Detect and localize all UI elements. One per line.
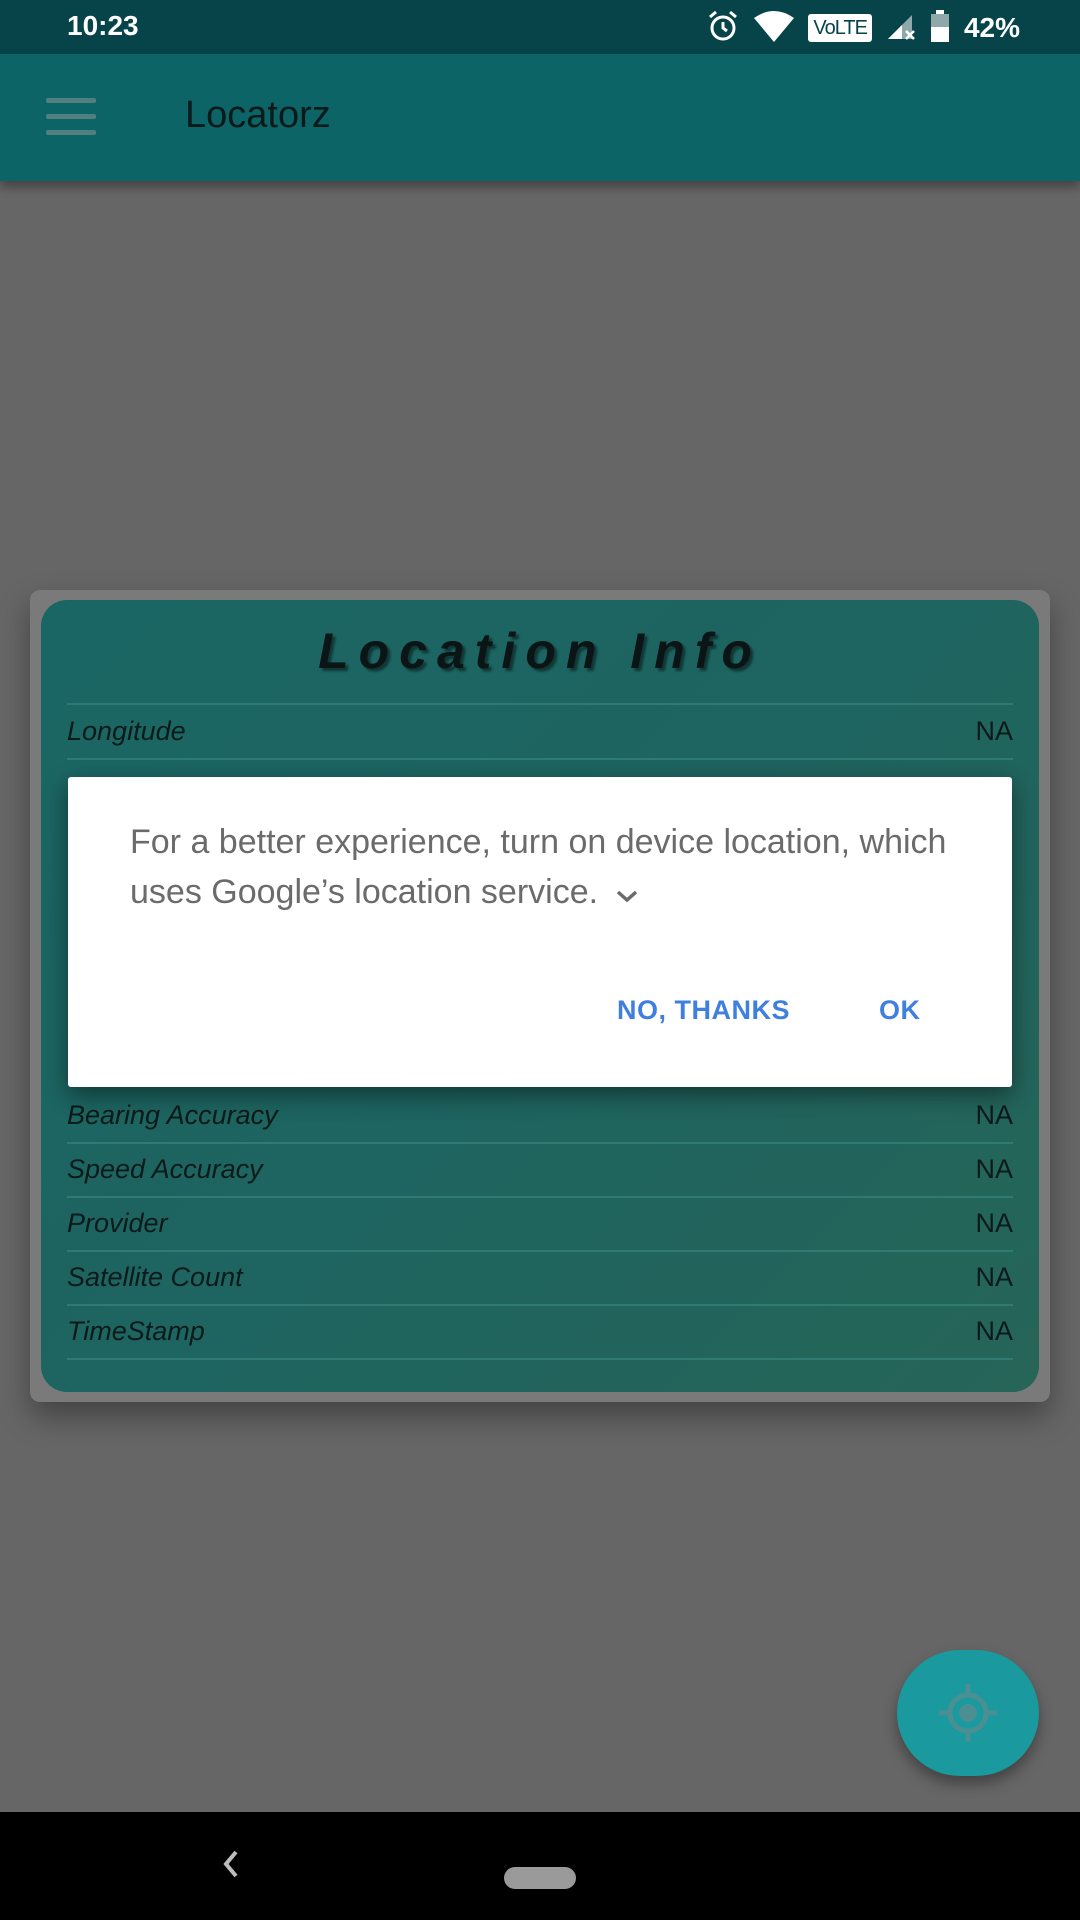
info-row-longitude: Longitude NA [67,706,1013,760]
back-button[interactable] [216,1844,246,1889]
alarm-icon [706,9,740,48]
menu-icon-bar [46,130,96,135]
cell-signal-icon [886,11,916,46]
info-label: Provider [67,1208,168,1238]
status-bar: 10:23 VoLTE 42% [0,0,1080,54]
navigation-bar [0,1812,1080,1920]
volte-badge: VoLTE [808,14,872,42]
wifi-icon [754,10,795,47]
info-value: NA [975,1100,1013,1130]
home-button[interactable] [504,1867,576,1889]
info-label: Longitude [67,716,186,746]
location-dialog: For a better experience, turn on device … [68,777,1012,1087]
info-row-provider: Provider NA [67,1198,1013,1252]
info-label: Satellite Count [67,1262,243,1292]
chevron-down-icon[interactable] [614,869,640,919]
back-icon [223,1850,238,1878]
menu-icon-bar [46,114,96,119]
my-location-button[interactable] [897,1650,1039,1776]
info-row-speed-accuracy: Speed Accuracy NA [67,1144,1013,1198]
app-bar: Locatorz [0,54,1080,181]
ok-button[interactable]: OK [879,995,921,1026]
status-icons: VoLTE 42% [706,8,1020,48]
info-value: NA [975,1154,1013,1184]
dialog-message-text: For a better experience, turn on device … [130,823,947,911]
info-value: NA [975,1208,1013,1238]
app-title: Locatorz [185,94,331,136]
info-label: TimeStamp [67,1316,205,1346]
info-value: NA [975,1262,1013,1292]
dialog-message[interactable]: For a better experience, turn on device … [130,817,970,919]
info-label: Bearing Accuracy [67,1100,278,1130]
info-value: NA [975,1316,1013,1346]
my-location-icon [939,1684,997,1742]
info-row-bearing-accuracy: Bearing Accuracy NA [67,1090,1013,1144]
status-time: 10:23 [67,10,139,41]
menu-button[interactable] [46,98,96,136]
menu-icon [46,98,96,103]
battery-icon [930,9,950,47]
info-row-timestamp: TimeStamp NA [67,1306,1013,1360]
info-row-satellite-count: Satellite Count NA [67,1252,1013,1306]
no-thanks-button[interactable]: NO, THANKS [617,995,790,1026]
battery-percent: 42% [963,12,1020,43]
info-value: NA [975,716,1013,746]
card-title: Location Info [318,623,762,679]
card-title-divider [67,703,1013,705]
info-label: Speed Accuracy [67,1154,263,1184]
